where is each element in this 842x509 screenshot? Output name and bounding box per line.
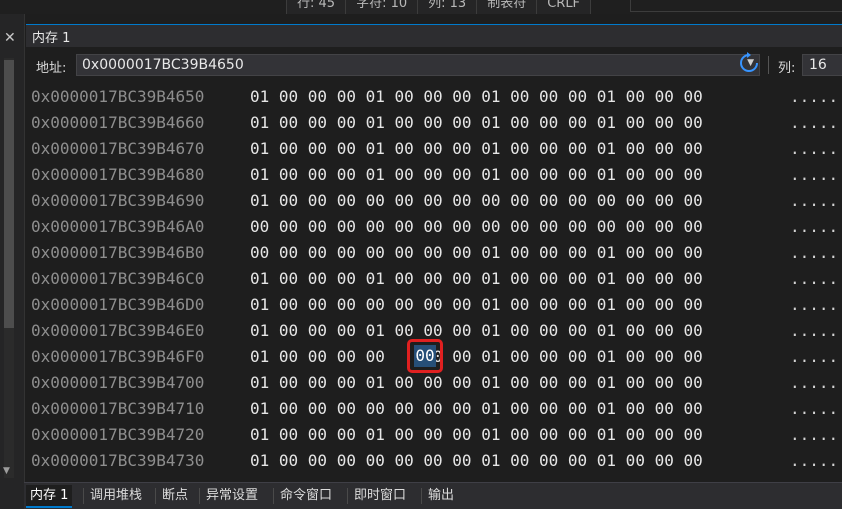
memory-row[interactable]: 0x0000017BC39B46B0 00 00 00 00 00 00 00 0… [26, 240, 842, 266]
bottom-tab[interactable]: 命令窗口 [276, 485, 336, 506]
memory-row-address: 0x0000017BC39B4710 [31, 399, 205, 418]
bottom-tab[interactable]: 输出 [424, 485, 458, 506]
refresh-icon[interactable] [738, 52, 760, 74]
memory-row-bytes[interactable]: 01 00 00 00 01 00 00 00 01 00 00 00 01 0… [250, 136, 703, 162]
memory-row-bytes[interactable]: 01 00 00 00 01 00 00 00 01 00 00 00 01 0… [250, 370, 703, 396]
panel-title: 内存 1 [32, 31, 71, 46]
scroll-down-icon[interactable]: ▼ [3, 466, 10, 476]
columns-label: 列: [778, 61, 796, 76]
memory-row-ascii: ..... [790, 399, 839, 418]
memory-row-bytes[interactable]: 01 00 00 00 00 00 00 00 01 00 00 00 01 0… [250, 448, 703, 474]
memory-row[interactable]: 0x0000017BC39B4720 01 00 00 00 01 00 00 0… [26, 422, 842, 448]
memory-row-ascii: ..... [790, 217, 839, 236]
bottom-tab[interactable]: 内存 1 [26, 485, 73, 508]
memory-row-bytes[interactable]: 01 00 00 00 01 00 00 00 01 00 00 00 01 0… [250, 162, 703, 188]
status-line[interactable]: 行: 45 [287, 0, 347, 14]
memory-row-address: 0x0000017BC39B46C0 [31, 269, 205, 288]
status-bar: 行: 45 字符: 10 列: 13 制表符 CRLF [286, 0, 592, 14]
bottom-tab[interactable]: 调用堆栈 [86, 485, 146, 506]
memory-row-bytes[interactable]: 01 00 00 00 01 00 00 00 01 00 00 00 01 0… [250, 84, 703, 110]
memory-row-bytes[interactable]: 01 00 00 00 00 00 00 00 01 00 00 00 01 0… [250, 292, 703, 318]
memory-row-bytes[interactable]: 01 00 00 00 01 00 00 00 01 00 00 00 01 0… [250, 266, 703, 292]
editor-status-strip: 行: 45 字符: 10 列: 13 制表符 CRLF [0, 0, 842, 14]
memory-row[interactable]: 0x0000017BC39B46C0 01 00 00 00 01 00 00 0… [26, 266, 842, 292]
memory-row-address: 0x0000017BC39B4680 [31, 165, 205, 184]
memory-row[interactable]: 0x0000017BC39B4730 01 00 00 00 00 00 00 0… [26, 448, 842, 474]
status-extra-box [630, 0, 842, 12]
tab-divider [347, 488, 348, 504]
memory-row-ascii: ..... [790, 347, 839, 366]
memory-row-ascii: ..... [790, 113, 839, 132]
memory-row-address: 0x0000017BC39B4670 [31, 139, 205, 158]
panel-title-bar: 内存 1 [26, 24, 842, 47]
bottom-tab[interactable]: 异常设置 [202, 485, 262, 506]
toolbar-divider [768, 56, 769, 74]
tab-divider [199, 488, 200, 504]
memory-row-address: 0x0000017BC39B46F0 [31, 347, 205, 366]
bottom-tab-strip: 内存 1 调用堆栈 断点 异常设置 命令窗口 即时窗口 输出 [24, 482, 842, 509]
memory-row-address: 0x0000017BC39B4700 [31, 373, 205, 392]
memory-row[interactable]: 0x0000017BC39B4670 01 00 00 00 01 00 00 0… [26, 136, 842, 162]
bottom-tab[interactable]: 断点 [158, 485, 192, 506]
memory-row-ascii: ..... [790, 451, 839, 470]
left-tool-strip: ✕ ▼ [0, 14, 25, 509]
columns-value: 16 [809, 57, 827, 73]
tab-divider [421, 488, 422, 504]
memory-row-address: 0x0000017BC39B46A0 [31, 217, 205, 236]
memory-row[interactable]: 0x0000017BC39B4700 01 00 00 00 01 00 00 0… [26, 370, 842, 396]
memory-row-ascii: ..... [790, 269, 839, 288]
memory-row-address: 0x0000017BC39B4730 [31, 451, 205, 470]
left-scrollbar-thumb[interactable] [4, 60, 14, 328]
address-label: 地址: [36, 61, 67, 76]
memory-row-address: 0x0000017BC39B46E0 [31, 321, 205, 340]
memory-row[interactable]: 0x0000017BC39B4710 01 00 00 00 00 00 00 0… [26, 396, 842, 422]
memory-row-bytes[interactable]: 01 00 00 00 00 00 00 00 00 00 00 00 00 0… [250, 188, 703, 214]
memory-row-bytes[interactable]: 01 00 00 00 00 00 00 00 01 00 00 00 01 0… [250, 396, 703, 422]
address-input[interactable]: 0x0000017BC39B4650 ▼ [76, 54, 760, 76]
memory-row-bytes[interactable]: 01 00 00 00 01 00 00 00 01 00 00 00 01 0… [250, 110, 703, 136]
memory-grid[interactable]: 0x0000017BC39B4650 01 00 00 00 01 00 00 0… [26, 84, 842, 484]
status-char[interactable]: 字符: 10 [346, 0, 419, 14]
close-icon[interactable]: ✕ [4, 30, 16, 46]
memory-row[interactable]: 0x0000017BC39B4650 01 00 00 00 01 00 00 0… [26, 84, 842, 110]
memory-row-ascii: ..... [790, 243, 839, 262]
memory-row-address: 0x0000017BC39B46B0 [31, 243, 205, 262]
memory-row-bytes[interactable]: 01 00 00 00 01 00 00 00 01 00 00 00 01 0… [250, 422, 703, 448]
memory-panel: 内存 1 地址: 0x0000017BC39B4650 ▼ 列: 16 0x00… [26, 14, 842, 509]
memory-row-ascii: ..... [790, 373, 839, 392]
memory-toolbar: 地址: 0x0000017BC39B4650 ▼ 列: 16 [26, 52, 842, 80]
memory-row-bytes[interactable]: 01 00 00 00 00 00 00 01 00 00 00 01 00 0… [250, 344, 703, 370]
memory-row-bytes[interactable]: 00 00 00 00 00 00 00 00 00 00 00 00 00 0… [250, 214, 703, 240]
memory-row[interactable]: 0x0000017BC39B4660 01 00 00 00 01 00 00 0… [26, 110, 842, 136]
tab-divider [273, 488, 274, 504]
status-col[interactable]: 列: 13 [418, 0, 478, 14]
memory-row-bytes[interactable]: 00 00 00 00 00 00 00 00 01 00 00 00 01 0… [250, 240, 703, 266]
memory-row-ascii: ..... [790, 321, 839, 340]
memory-row[interactable]: 0x0000017BC39B46D0 01 00 00 00 00 00 00 0… [26, 292, 842, 318]
memory-row[interactable]: 0x0000017BC39B4680 01 00 00 00 01 00 00 0… [26, 162, 842, 188]
memory-window-screen: 行: 45 字符: 10 列: 13 制表符 CRLF ✕ ▼ 内存 1 地址:… [0, 0, 842, 509]
memory-row-address: 0x0000017BC39B4720 [31, 425, 205, 444]
status-line-ending[interactable]: CRLF [537, 0, 592, 14]
memory-row[interactable]: 0x0000017BC39B4690 01 00 00 00 00 00 00 0… [26, 188, 842, 214]
memory-row-ascii: ..... [790, 87, 839, 106]
memory-row-ascii: ..... [790, 165, 839, 184]
memory-row-ascii: ..... [790, 139, 839, 158]
highlight-box [407, 339, 443, 373]
status-tab-mode[interactable]: 制表符 [477, 0, 538, 14]
tab-divider [155, 488, 156, 504]
memory-row-address: 0x0000017BC39B46D0 [31, 295, 205, 314]
memory-row-address: 0x0000017BC39B4660 [31, 113, 205, 132]
memory-row-address: 0x0000017BC39B4650 [31, 87, 205, 106]
address-value: 0x0000017BC39B4650 [82, 57, 244, 73]
memory-row-bytes[interactable]: 01 00 00 00 01 00 00 00 01 00 00 00 01 0… [250, 318, 703, 344]
memory-row-ascii: ..... [790, 425, 839, 444]
tab-divider [83, 488, 84, 504]
memory-row[interactable]: 0x0000017BC39B46A0 00 00 00 00 00 00 00 0… [26, 214, 842, 240]
memory-row-ascii: ..... [790, 295, 839, 314]
memory-row-address: 0x0000017BC39B4690 [31, 191, 205, 210]
bottom-tab[interactable]: 即时窗口 [350, 485, 410, 506]
memory-row-ascii: ..... [790, 191, 839, 210]
columns-input[interactable]: 16 [802, 54, 842, 76]
